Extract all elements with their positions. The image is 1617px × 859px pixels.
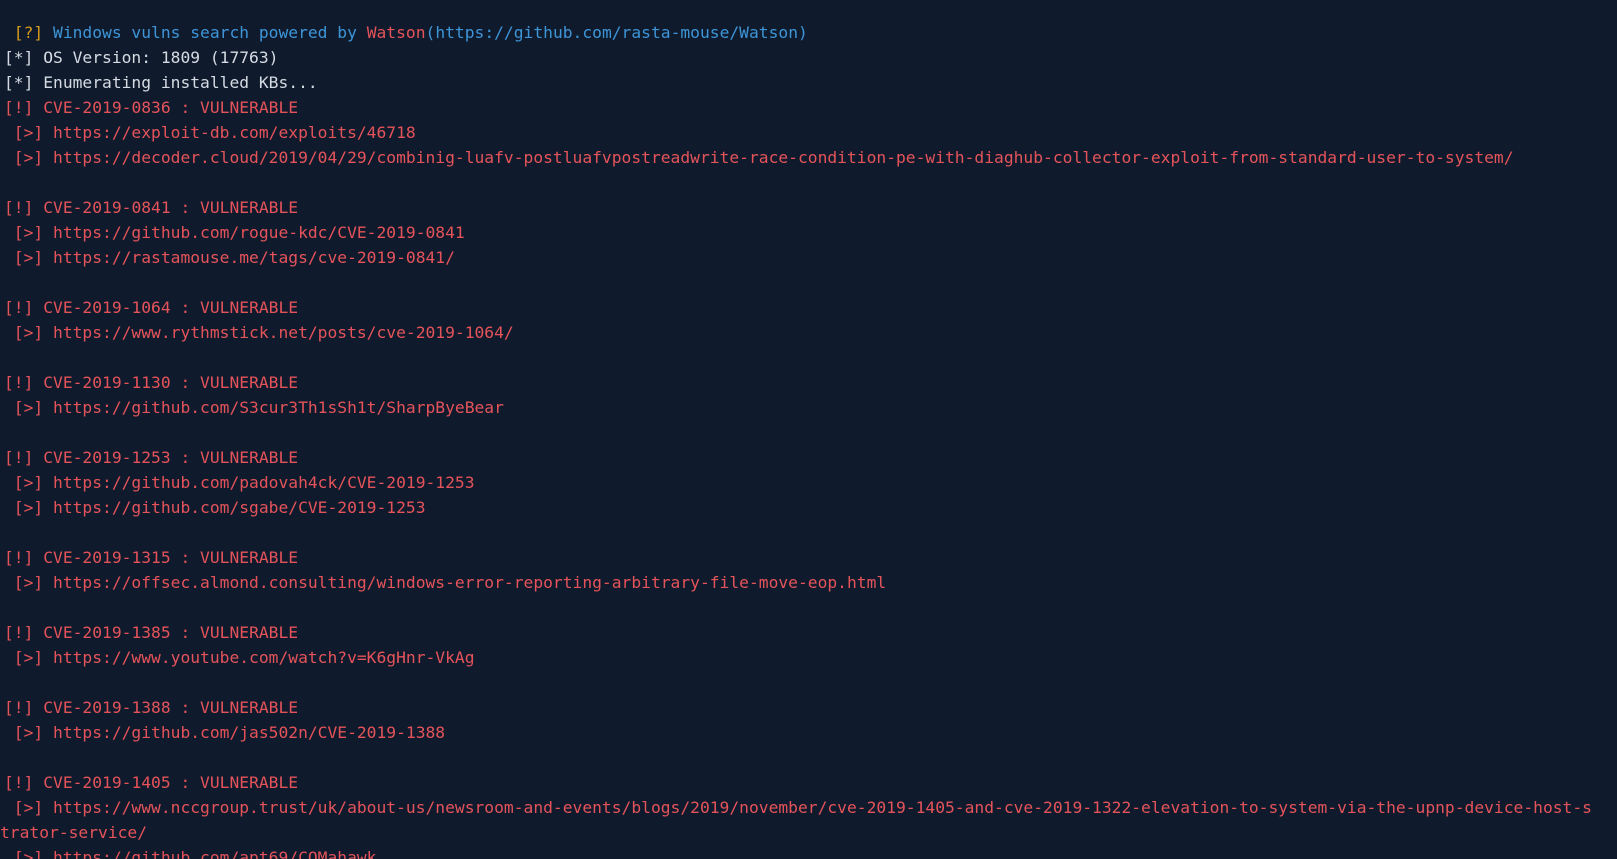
link-prefix: [>]: [4, 848, 54, 859]
vuln-prefix: [!]: [4, 623, 44, 642]
vuln-prefix: [!]: [4, 198, 44, 217]
link-line-wrapped: trator-service/: [0, 820, 1617, 845]
link-prefix: [>]: [4, 573, 54, 592]
exploit-link[interactable]: https://github.com/S3cur3Th1sSh1t/SharpB…: [53, 398, 504, 417]
link-line: [>] https://github.com/sgabe/CVE-2019-12…: [0, 495, 1617, 520]
cve-label: CVE-2019-1253 : VULNERABLE: [43, 448, 299, 467]
vuln-prefix: [!]: [4, 98, 44, 117]
cve-label: CVE-2019-1130 : VULNERABLE: [43, 373, 299, 392]
enumerating-kbs-line: [*] Enumerating installed KBs...: [4, 73, 318, 92]
exploit-link[interactable]: https://www.rythmstick.net/posts/cve-201…: [53, 323, 514, 342]
link-line: [>] https://decoder.cloud/2019/04/29/com…: [0, 145, 1617, 170]
cve-label: CVE-2019-1405 : VULNERABLE: [43, 773, 299, 792]
exploit-link[interactable]: https://exploit-db.com/exploits/46718: [53, 123, 416, 142]
link-line: [>] https://offsec.almond.consulting/win…: [0, 570, 1617, 595]
link-prefix: [>]: [4, 473, 54, 492]
exploit-link[interactable]: https://github.com/apt69/COMahawk: [53, 848, 376, 859]
terminal-window[interactable]: [?] Windows vulns search powered by Wats…: [0, 0, 1617, 859]
exploit-link[interactable]: https://github.com/jas502n/CVE-2019-1388: [53, 723, 445, 742]
link-line: [>] https://www.nccgroup.trust/uk/about-…: [0, 795, 1617, 820]
link-line: [>] https://github.com/padovah4ck/CVE-20…: [0, 470, 1617, 495]
link-line: [>] https://rastamouse.me/tags/cve-2019-…: [0, 245, 1617, 270]
link-prefix: [>]: [4, 323, 54, 342]
link-prefix: [>]: [4, 248, 54, 267]
cve-label: CVE-2019-1385 : VULNERABLE: [43, 623, 299, 642]
header-text: Windows vulns search powered by: [53, 23, 367, 42]
link-prefix: [>]: [4, 498, 54, 517]
link-prefix: [>]: [4, 398, 54, 417]
vuln-prefix: [!]: [4, 373, 44, 392]
vuln-line: [!] CVE-2019-1388 : VULNERABLE: [0, 695, 1617, 720]
link-line: [>] https://www.rythmstick.net/posts/cve…: [0, 320, 1617, 345]
cve-label: CVE-2019-0836 : VULNERABLE: [43, 98, 299, 117]
vuln-line: [!] CVE-2019-1405 : VULNERABLE: [0, 770, 1617, 795]
link-prefix: [>]: [4, 223, 54, 242]
header-url-link[interactable]: (https://github.com/rasta-mouse/Watson): [426, 23, 808, 42]
header-author: Watson: [366, 23, 426, 42]
link-line: [>] https://exploit-db.com/exploits/4671…: [0, 120, 1617, 145]
header-line: [?] Windows vulns search powered by Wats…: [0, 20, 1617, 45]
vuln-prefix: [!]: [4, 448, 44, 467]
link-line: [>] https://github.com/apt69/COMahawk: [0, 845, 1617, 859]
vuln-line: [!] CVE-2019-0836 : VULNERABLE: [0, 95, 1617, 120]
link-line: [>] https://github.com/jas502n/CVE-2019-…: [0, 720, 1617, 745]
exploit-link[interactable]: https://github.com/rogue-kdc/CVE-2019-08…: [53, 223, 465, 242]
vuln-line: [!] CVE-2019-1253 : VULNERABLE: [0, 445, 1617, 470]
vuln-prefix: [!]: [4, 698, 44, 717]
vuln-line: [!] CVE-2019-1064 : VULNERABLE: [0, 295, 1617, 320]
exploit-link[interactable]: https://www.nccgroup.trust/uk/about-us/n…: [53, 798, 1592, 817]
link-line: [>] https://www.youtube.com/watch?v=K6gH…: [0, 645, 1617, 670]
exploit-link[interactable]: https://offsec.almond.consulting/windows…: [53, 573, 886, 592]
link-prefix: [>]: [4, 148, 54, 167]
exploit-link[interactable]: https://github.com/padovah4ck/CVE-2019-1…: [53, 473, 475, 492]
exploit-link[interactable]: https://www.youtube.com/watch?v=K6gHnr-V…: [53, 648, 475, 667]
link-prefix: [>]: [4, 123, 54, 142]
cve-label: CVE-2019-1388 : VULNERABLE: [43, 698, 299, 717]
vuln-line: [!] CVE-2019-1315 : VULNERABLE: [0, 545, 1617, 570]
vuln-line: [!] CVE-2019-1385 : VULNERABLE: [0, 620, 1617, 645]
cve-label: CVE-2019-0841 : VULNERABLE: [43, 198, 299, 217]
link-line: [>] https://github.com/rogue-kdc/CVE-201…: [0, 220, 1617, 245]
link-prefix: [>]: [4, 723, 54, 742]
vuln-prefix: [!]: [4, 548, 44, 567]
cve-label: CVE-2019-1064 : VULNERABLE: [43, 298, 299, 317]
vuln-prefix: [!]: [4, 298, 44, 317]
cve-label: CVE-2019-1315 : VULNERABLE: [43, 548, 299, 567]
exploit-link-continuation[interactable]: trator-service/: [0, 823, 147, 842]
vuln-line: [!] CVE-2019-0841 : VULNERABLE: [0, 195, 1617, 220]
exploit-link[interactable]: https://github.com/sgabe/CVE-2019-1253: [53, 498, 425, 517]
link-line: [>] https://github.com/S3cur3Th1sSh1t/Sh…: [0, 395, 1617, 420]
link-prefix: [>]: [4, 648, 54, 667]
exploit-link[interactable]: https://decoder.cloud/2019/04/29/combini…: [53, 148, 1514, 167]
vuln-line: [!] CVE-2019-1130 : VULNERABLE: [0, 370, 1617, 395]
header-prefix: [?]: [4, 23, 54, 42]
link-prefix: [>]: [4, 798, 54, 817]
os-version-line: [*] OS Version: 1809 (17763): [4, 48, 279, 67]
vuln-prefix: [!]: [4, 773, 44, 792]
exploit-link[interactable]: https://rastamouse.me/tags/cve-2019-0841…: [53, 248, 455, 267]
